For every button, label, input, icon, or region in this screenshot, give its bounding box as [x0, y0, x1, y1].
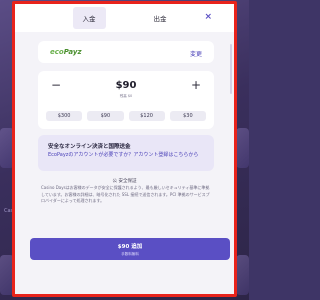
background-game-tile — [236, 255, 249, 295]
highlight-frame — [12, 1, 237, 297]
background-game-tile — [236, 128, 249, 168]
